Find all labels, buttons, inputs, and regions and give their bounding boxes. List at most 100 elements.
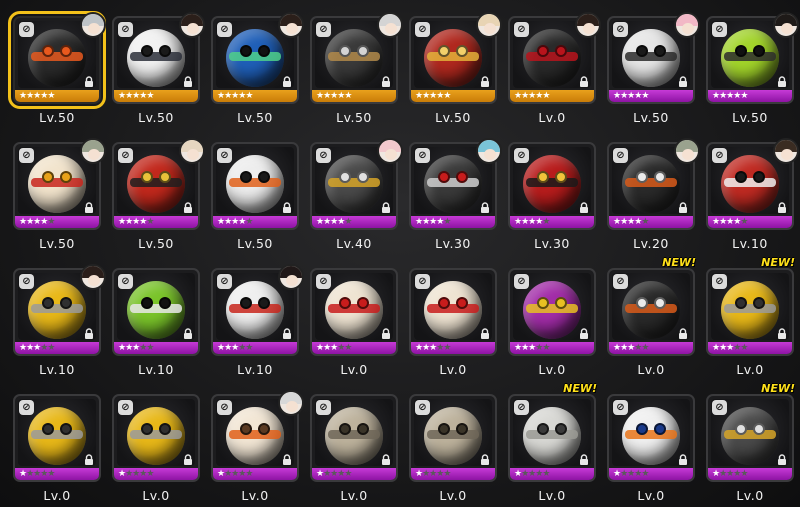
character-card[interactable]: ⊘ ★★★★★ Lv.50 <box>8 138 106 251</box>
robot-ball-image <box>28 281 86 339</box>
character-card[interactable]: ⊘ ★★★★★ NEW! Lv.0 <box>701 256 799 377</box>
pilot-face <box>682 23 694 34</box>
character-card[interactable]: ⊘ ★★★★★ Lv.50 <box>404 12 502 125</box>
character-card[interactable]: ⊘ ★★★★★ Lv.50 <box>206 142 304 251</box>
pilot-face <box>187 149 199 160</box>
no-entry-icon: ⊘ <box>118 148 133 163</box>
character-card[interactable]: ⊘ ★★★★★ NEW! Lv.0 <box>503 382 601 503</box>
character-card-frame[interactable]: ⊘ ★★★★★ <box>112 394 200 482</box>
level-label: Lv.50 <box>732 110 768 125</box>
character-card[interactable]: ⊘ ★★★★★ Lv.50 <box>107 12 205 125</box>
level-label: Lv.30 <box>534 236 570 251</box>
character-card[interactable]: ⊘ ★★★★★ NEW! Lv.0 <box>701 382 799 503</box>
robot-band <box>328 178 380 188</box>
character-card[interactable]: ⊘ ★★★★★ Lv.10 <box>107 268 205 377</box>
character-card-frame[interactable]: ⊘ ★★★★★ <box>310 394 398 482</box>
character-card-frame[interactable]: ⊘ ★★★★★ <box>607 268 695 356</box>
character-card-frame[interactable]: ⊘ ★★★★★ <box>607 394 695 482</box>
robot-band <box>229 304 281 314</box>
character-card[interactable]: ⊘ ★★★★★ Lv.30 <box>404 138 502 251</box>
level-label: Lv.10 <box>237 362 273 377</box>
character-card[interactable]: ⊘ ★★★★★ Lv.30 <box>503 142 601 251</box>
level-label: Lv.20 <box>633 236 669 251</box>
new-badge: NEW! <box>761 256 795 269</box>
robot-band <box>229 430 281 440</box>
no-entry-icon: ⊘ <box>613 148 628 163</box>
character-card[interactable]: ⊘ ★★★★★ Lv.50 <box>107 138 205 251</box>
pilot-avatar <box>377 12 403 38</box>
character-card[interactable]: ⊘ ★★★★★ Lv.0 <box>206 390 304 503</box>
robot-band <box>526 52 578 62</box>
lock-icon <box>679 454 687 465</box>
star-rating: ★★★★★ <box>217 469 253 479</box>
character-card[interactable]: ⊘ ★★★★★ Lv.50 <box>602 12 700 125</box>
character-card-frame[interactable]: ⊘ ★★★★★ <box>508 394 596 482</box>
character-card[interactable]: ⊘ ★★★★★ Lv.0 <box>602 394 700 503</box>
character-card[interactable]: ⊘ ★★★★★ Lv.50 <box>701 12 799 125</box>
level-label: Lv.10 <box>138 362 174 377</box>
lock-icon <box>382 76 390 87</box>
character-card-frame[interactable]: ⊘ ★★★★★ <box>310 268 398 356</box>
character-card[interactable]: ⊘ ★★★★★ Lv.50 <box>206 12 304 125</box>
character-card[interactable]: ⊘ ★★★★★ Lv.0 <box>305 394 403 503</box>
level-label: Lv.50 <box>237 236 273 251</box>
star-icon: ★ <box>542 217 550 227</box>
star-icon: ★ <box>641 343 649 353</box>
star-rating: ★★★★★ <box>415 343 451 353</box>
star-icon: ★ <box>47 91 55 101</box>
lock-icon <box>85 202 93 213</box>
character-card[interactable]: ⊘ ★★★★★ Lv.10 <box>8 264 106 377</box>
pilot-avatar <box>773 138 799 164</box>
level-label: Lv.50 <box>39 236 75 251</box>
character-card-frame[interactable]: ⊘ ★★★★★ <box>409 394 497 482</box>
pilot-face <box>286 275 298 286</box>
star-icon: ★ <box>344 469 352 479</box>
robot-ball-image <box>721 155 779 213</box>
no-entry-icon: ⊘ <box>514 274 529 289</box>
character-card[interactable]: ⊘ ★★★★★ Lv.10 <box>206 264 304 377</box>
pilot-avatar <box>476 138 502 164</box>
robot-band <box>526 178 578 188</box>
character-card[interactable]: ⊘ ★★★★★ Lv.0 <box>305 268 403 377</box>
character-card[interactable]: ⊘ ★★★★★ Lv.0 <box>503 12 601 125</box>
character-card[interactable]: ⊘ ★★★★★ NEW! Lv.0 <box>602 256 700 377</box>
robot-ball-image <box>28 407 86 465</box>
star-icon: ★ <box>641 91 649 101</box>
character-card[interactable]: ⊘ ★★★★★ Lv.50 <box>305 12 403 125</box>
character-card-frame[interactable]: ⊘ ★★★★★ <box>706 394 794 482</box>
robot-ball-image <box>523 155 581 213</box>
character-card[interactable]: ⊘ ★★★★★ Lv.0 <box>8 394 106 503</box>
star-rating: ★★★★★ <box>217 343 253 353</box>
new-badge: NEW! <box>761 382 795 395</box>
character-card[interactable]: ⊘ ★★★★★ Lv.0 <box>107 394 205 503</box>
character-card-frame[interactable]: ⊘ ★★★★★ <box>409 268 497 356</box>
lock-icon <box>283 76 291 87</box>
robot-ball-image <box>721 281 779 339</box>
character-card[interactable]: ⊘ ★★★★★ Lv.40 <box>305 138 403 251</box>
star-rating: ★★★★★ <box>118 91 154 101</box>
pilot-face <box>781 23 793 34</box>
character-card-frame[interactable]: ⊘ ★★★★★ <box>706 268 794 356</box>
no-entry-icon: ⊘ <box>118 22 133 37</box>
star-icon: ★ <box>47 343 55 353</box>
character-card[interactable]: ⊘ ★★★★★ Lv.0 <box>404 394 502 503</box>
level-label: Lv.40 <box>336 236 372 251</box>
character-card[interactable]: ⊘ ★★★★★ Lv.0 <box>404 268 502 377</box>
robot-ball-image <box>226 29 284 87</box>
star-icon: ★ <box>245 91 253 101</box>
character-card[interactable]: ⊘ ★★★★★ Lv.10 <box>701 138 799 251</box>
character-card-frame[interactable]: ⊘ ★★★★★ <box>211 142 299 230</box>
character-card[interactable]: ⊘ ★★★★★ Lv.50 <box>8 11 106 125</box>
robot-band <box>526 304 578 314</box>
robot-ball-image <box>424 29 482 87</box>
character-card-frame[interactable]: ⊘ ★★★★★ <box>508 142 596 230</box>
character-card[interactable]: ⊘ ★★★★★ Lv.20 <box>602 138 700 251</box>
robot-band <box>130 178 182 188</box>
character-card-frame[interactable]: ⊘ ★★★★★ <box>13 394 101 482</box>
level-label: Lv.10 <box>732 236 768 251</box>
character-card[interactable]: ⊘ ★★★★★ Lv.0 <box>503 268 601 377</box>
robot-band <box>427 52 479 62</box>
character-card-frame[interactable]: ⊘ ★★★★★ <box>112 268 200 356</box>
character-card-frame[interactable]: ⊘ ★★★★★ <box>508 268 596 356</box>
lock-icon <box>481 328 489 339</box>
